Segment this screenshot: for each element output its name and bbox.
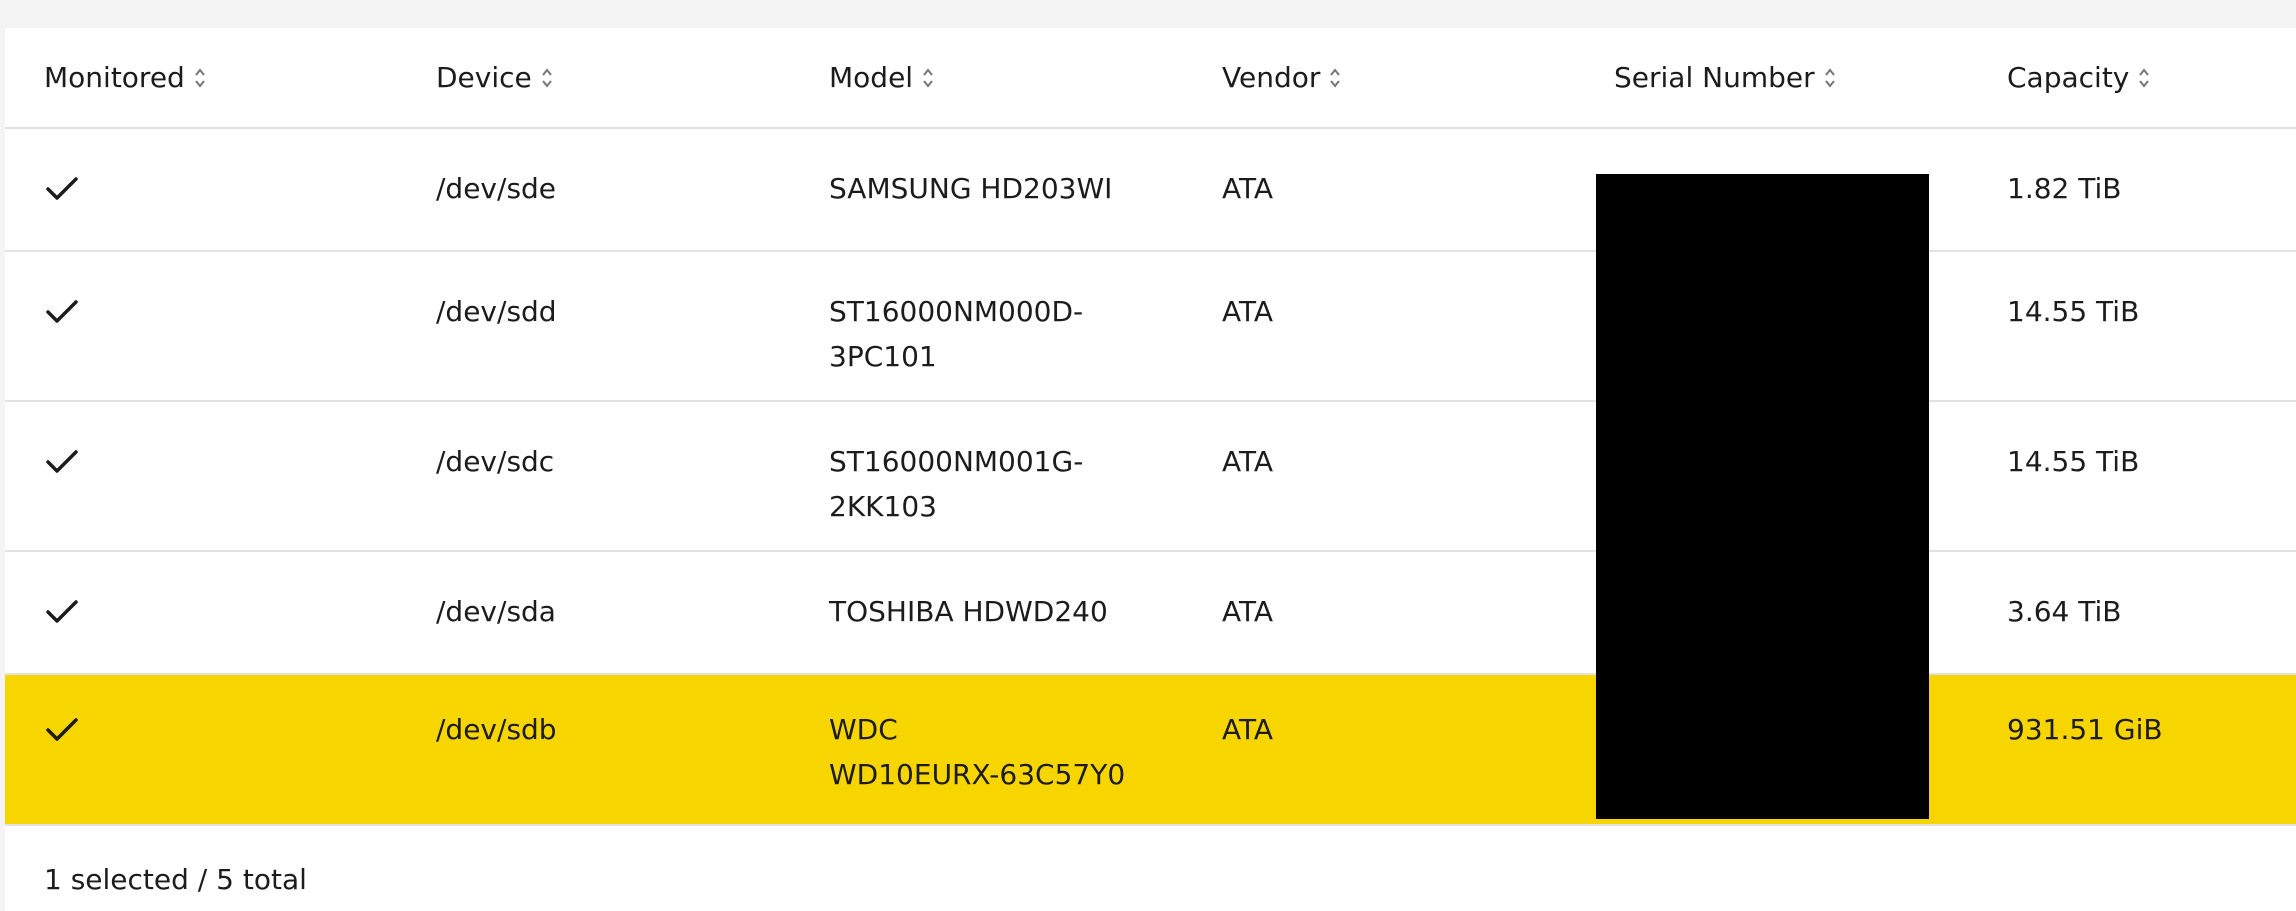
device-cell: /dev/sdc bbox=[436, 445, 555, 478]
model-cell-line1: WDC bbox=[829, 713, 898, 746]
selection-status: 1 selected / 5 total bbox=[44, 863, 307, 896]
column-header-device[interactable]: Device bbox=[436, 58, 554, 98]
table-row[interactable]: /dev/sdc ST16000NM001G- 2KK103 ATA 14.55… bbox=[5, 402, 2296, 552]
table-row-selected[interactable]: /dev/sdb WDC WD10EURX-63C57Y0 ATA 931.51… bbox=[5, 675, 2296, 826]
vendor-cell: ATA bbox=[1222, 172, 1274, 205]
check-icon bbox=[46, 450, 78, 473]
vendor-cell: ATA bbox=[1222, 445, 1274, 478]
table-row[interactable]: /dev/sda TOSHIBA HDWD240 ATA 3.64 TiB bbox=[5, 552, 2296, 675]
vendor-cell: ATA bbox=[1222, 595, 1274, 628]
column-header-label: Model bbox=[829, 61, 914, 94]
column-header-label: Serial Number bbox=[1614, 61, 1815, 94]
table-row[interactable]: /dev/sde SAMSUNG HD203WI ATA 1.82 TiB bbox=[5, 129, 2296, 252]
serial-number-redaction bbox=[1596, 174, 1929, 819]
sort-icon bbox=[2139, 68, 2150, 88]
sort-icon bbox=[195, 68, 205, 88]
column-header-capacity[interactable]: Capacity bbox=[2007, 58, 2151, 98]
column-header-label: Device bbox=[436, 61, 532, 94]
capacity-cell: 3.64 TiB bbox=[2007, 595, 2122, 628]
model-cell-line2: 2KK103 bbox=[829, 490, 937, 523]
check-icon bbox=[46, 177, 78, 200]
model-cell-line1: ST16000NM001G- bbox=[829, 445, 1084, 478]
device-cell: /dev/sdb bbox=[436, 713, 557, 746]
capacity-cell: 931.51 GiB bbox=[2007, 713, 2163, 746]
capacity-cell: 14.55 TiB bbox=[2007, 295, 2140, 328]
column-header-label: Monitored bbox=[44, 61, 185, 94]
check-icon bbox=[46, 600, 78, 623]
capacity-cell: 14.55 TiB bbox=[2007, 445, 2140, 478]
model-cell-line2: 3PC101 bbox=[829, 340, 937, 373]
vendor-cell: ATA bbox=[1222, 295, 1274, 328]
column-header-label: Vendor bbox=[1222, 61, 1321, 94]
table-header-row: Monitored Device Model Vendor Serial Num… bbox=[5, 28, 2296, 129]
check-icon bbox=[46, 300, 78, 323]
model-cell: TOSHIBA HDWD240 bbox=[829, 595, 1108, 628]
sort-icon bbox=[1824, 68, 1835, 88]
sort-icon bbox=[541, 68, 552, 88]
table-row[interactable]: /dev/sdd ST16000NM000D- 3PC101 ATA 14.55… bbox=[5, 252, 2296, 402]
column-header-model[interactable]: Model bbox=[829, 58, 935, 98]
disk-table-panel: Monitored Device Model Vendor Serial Num… bbox=[5, 28, 2296, 911]
check-icon bbox=[46, 718, 78, 741]
device-cell: /dev/sdd bbox=[436, 295, 557, 328]
column-header-label: Capacity bbox=[2007, 61, 2130, 94]
column-header-vendor[interactable]: Vendor bbox=[1222, 58, 1342, 98]
capacity-cell: 1.82 TiB bbox=[2007, 172, 2122, 205]
model-cell-line2: WD10EURX-63C57Y0 bbox=[829, 758, 1126, 791]
model-cell-line1: ST16000NM000D- bbox=[829, 295, 1084, 328]
device-cell: /dev/sda bbox=[436, 595, 556, 628]
vendor-cell: ATA bbox=[1222, 713, 1274, 746]
device-cell: /dev/sde bbox=[436, 172, 557, 205]
column-header-monitored[interactable]: Monitored bbox=[44, 58, 207, 98]
model-cell: SAMSUNG HD203WI bbox=[829, 172, 1113, 205]
sort-icon bbox=[1330, 68, 1341, 88]
column-header-serial-number[interactable]: Serial Number bbox=[1614, 58, 1837, 98]
sort-icon bbox=[923, 68, 933, 88]
